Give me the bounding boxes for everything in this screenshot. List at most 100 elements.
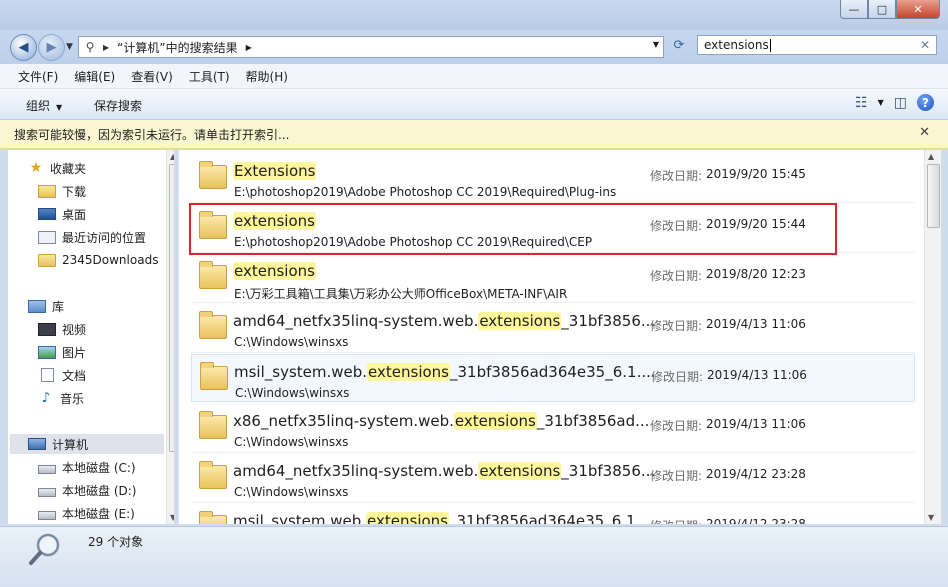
menu-edit[interactable]: 编辑(E): [66, 68, 123, 85]
organize-label: 组织: [26, 99, 51, 113]
sidebar-item-desktop[interactable]: 桌面: [38, 204, 86, 224]
recent-pages-dropdown-icon[interactable]: ▼: [66, 42, 73, 52]
sidebar-libraries[interactable]: 库: [28, 296, 64, 316]
search-location-icon: ⚲: [85, 40, 95, 54]
result-name-prefix: msil_system.web.: [234, 363, 368, 381]
sidebar-favorites-label: 收藏夹: [50, 161, 87, 176]
folder-icon: [199, 411, 227, 439]
sidebar-item-music[interactable]: ♪ 音乐: [38, 388, 84, 408]
result-name-prefix: x86_netfx35linq-system.web.: [233, 412, 454, 430]
sidebar-item-drive-c[interactable]: 本地磁盘 (C:): [38, 457, 136, 477]
search-match-highlight: extensions: [367, 363, 450, 381]
sidebar-computer-label: 计算机: [52, 437, 89, 452]
sidebar-computer[interactable]: 计算机: [10, 434, 164, 454]
save-search-button[interactable]: 保存搜索: [94, 97, 142, 114]
scroll-up-icon[interactable]: ▲: [928, 152, 934, 161]
clear-search-icon[interactable]: ✕: [920, 38, 930, 52]
result-name: x86_netfx35linq-system.web.extensions_31…: [233, 412, 649, 430]
organize-button[interactable]: 组织 ▼: [26, 97, 62, 114]
desktop-icon: [38, 208, 56, 220]
result-row[interactable]: Extensions E:\photoshop2019\Adobe Photosh…: [191, 154, 915, 203]
sidebar-item-recent[interactable]: 最近访问的位置: [38, 227, 146, 247]
folder-icon: [199, 261, 227, 289]
breadcrumb-arrow-icon[interactable]: ▶: [246, 43, 252, 52]
close-button[interactable]: ✕: [896, 0, 940, 19]
address-bar[interactable]: ⚲ ▶ “计算机”中的搜索结果 ▶ ▼: [78, 36, 664, 58]
maximize-button[interactable]: □: [868, 0, 896, 19]
folder-icon: [199, 511, 227, 524]
result-name: msil_system.web.extensions_31bf3856ad364…: [234, 363, 656, 381]
help-icon[interactable]: ?: [917, 94, 934, 111]
dismiss-warning-icon[interactable]: ✕: [919, 125, 930, 140]
search-match-highlight: Extensions: [233, 162, 317, 180]
hard-drive-icon: [38, 488, 56, 497]
music-note-icon: ♪: [41, 390, 51, 406]
result-name-suffix: _31bf3856...: [561, 462, 656, 480]
sidebar-item-videos[interactable]: 视频: [38, 319, 86, 339]
forward-button[interactable]: ▶: [38, 34, 65, 61]
search-input[interactable]: extensions ✕: [697, 35, 937, 55]
star-icon: ★: [29, 160, 43, 176]
result-path: C:\Windows\winsxs: [234, 335, 349, 349]
result-path: C:\Windows\winsxs: [234, 435, 349, 449]
navigation-pane: ★ 收藏夹 下载 桌面 最近访问的位置 2345Downloads 库 视频 图…: [8, 150, 174, 524]
sidebar-item-drive-e[interactable]: 本地磁盘 (E:): [38, 503, 135, 523]
scrollbar-thumb[interactable]: [927, 164, 940, 228]
view-mode-icon[interactable]: ☷: [855, 95, 868, 111]
folder-icon: [199, 161, 227, 189]
result-row[interactable]: x86_netfx35linq-system.web.extensions_31…: [191, 404, 915, 453]
sidebar-scrollbar[interactable]: ▲ ▼: [166, 150, 174, 524]
result-row[interactable]: extensions E:\万彩工具箱\工具集\万彩办公大师OfficeBox\M…: [191, 254, 915, 303]
modified-date-value: 2019/4/13 11:06: [706, 317, 806, 331]
result-name-prefix: msil_system.web.: [233, 512, 367, 524]
scroll-up-icon[interactable]: ▲: [170, 152, 174, 161]
magnifier-icon: [29, 533, 60, 565]
modified-date-value: 2019/4/13 11:06: [706, 417, 806, 431]
sidebar-item-label: 图片: [62, 345, 87, 360]
folder-icon: [199, 311, 227, 339]
hard-drive-icon: [38, 465, 56, 474]
view-dropdown-icon[interactable]: ▼: [878, 98, 884, 107]
sidebar-item-2345downloads[interactable]: 2345Downloads: [38, 250, 158, 270]
search-match-highlight: extensions: [233, 262, 316, 280]
search-value: extensions: [704, 38, 769, 52]
sidebar-item-pictures[interactable]: 图片: [38, 342, 86, 362]
search-match-highlight: extensions: [453, 412, 537, 430]
sidebar-favorites[interactable]: ★ 收藏夹: [28, 158, 86, 178]
modified-date-label: 修改日期:: [650, 419, 703, 433]
menu-file[interactable]: 文件(F): [0, 68, 66, 85]
result-name-prefix: amd64_netfx35linq-system.web.: [233, 312, 479, 330]
sidebar-item-label: 视频: [62, 322, 87, 337]
minimize-button[interactable]: —: [840, 0, 868, 19]
search-match-highlight: extensions: [478, 312, 562, 330]
index-warning-bar[interactable]: 搜索可能较慢，因为索引未运行。请单击打开索引... ✕: [0, 120, 948, 149]
result-name: msil_system.web.extensions_31bf3856ad364…: [233, 512, 655, 524]
scrollbar-thumb[interactable]: [169, 164, 174, 452]
refresh-icon[interactable]: ⟳: [670, 38, 688, 56]
menu-view[interactable]: 查看(V): [123, 68, 181, 85]
result-path: E:\photoshop2019\Adobe Photoshop CC 2019…: [234, 185, 617, 199]
preview-pane-icon[interactable]: ◫: [894, 95, 907, 111]
scroll-down-icon[interactable]: ▼: [170, 513, 174, 522]
command-bar: 组织 ▼ 保存搜索 ☷ ▼ ◫ ?: [0, 89, 948, 120]
result-row[interactable]: msil_system.web.extensions_31bf3856ad364…: [191, 504, 915, 524]
results-scrollbar[interactable]: ▲ ▼: [924, 150, 941, 524]
back-button[interactable]: ◀: [10, 34, 37, 61]
menu-help[interactable]: 帮助(H): [238, 68, 296, 85]
result-row[interactable]: amd64_netfx35linq-system.web.extensions_…: [191, 454, 915, 503]
modified-date-value: 2019/4/13 11:06: [707, 368, 807, 382]
folder-icon: [200, 362, 228, 390]
modified-date-label: 修改日期:: [650, 469, 703, 483]
picture-library-icon: [38, 345, 56, 359]
folder-icon: [199, 461, 227, 489]
scroll-down-icon[interactable]: ▼: [928, 513, 934, 522]
sidebar-item-downloads[interactable]: 下载: [38, 181, 86, 201]
sidebar-libraries-label: 库: [52, 299, 65, 314]
result-row[interactable]: amd64_netfx35linq-system.web.extensions_…: [191, 304, 915, 353]
breadcrumb-arrow-icon[interactable]: ▶: [103, 43, 109, 52]
sidebar-item-drive-d[interactable]: 本地磁盘 (D:): [38, 480, 136, 500]
address-dropdown-icon[interactable]: ▼: [653, 40, 659, 49]
menu-tools[interactable]: 工具(T): [181, 68, 238, 85]
sidebar-item-documents[interactable]: 文档: [38, 365, 86, 385]
result-row[interactable]: msil_system.web.extensions_31bf3856ad364…: [191, 354, 915, 402]
